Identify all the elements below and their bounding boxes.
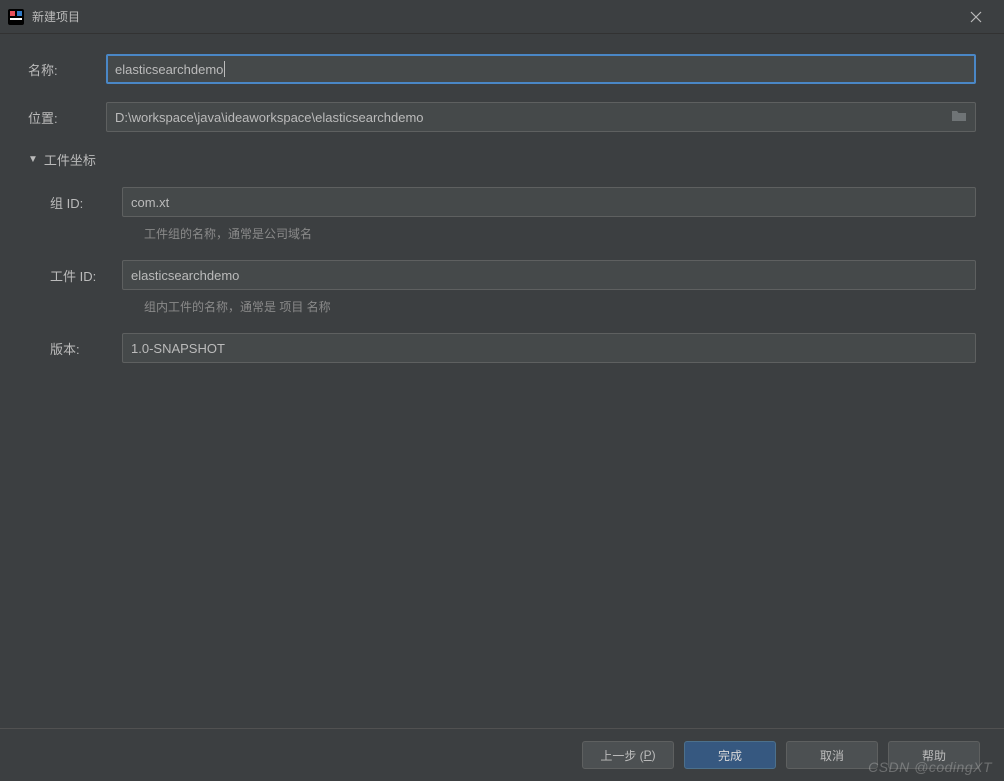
group-id-row: 组 ID: com.xt (50, 187, 976, 217)
new-project-dialog: 新建项目 名称: elasticsearchdemo 位置: D:\worksp… (0, 0, 1004, 781)
version-value: 1.0-SNAPSHOT (131, 341, 225, 356)
location-value: D:\workspace\java\ideaworkspace\elastics… (115, 110, 424, 125)
artifact-id-value: elasticsearchdemo (131, 268, 239, 283)
text-cursor (224, 61, 225, 77)
name-row: 名称: elasticsearchdemo (28, 54, 976, 84)
dialog-title: 新建项目 (32, 8, 956, 25)
location-label: 位置: (28, 108, 106, 127)
version-input[interactable]: 1.0-SNAPSHOT (122, 333, 976, 363)
cancel-button[interactable]: 取消 (786, 741, 878, 769)
artifact-id-input[interactable]: elasticsearchdemo (122, 260, 976, 290)
group-id-hint: 工件组的名称，通常是公司域名 (144, 225, 976, 242)
group-id-label: 组 ID: (50, 193, 122, 212)
content-area: 名称: elasticsearchdemo 位置: D:\workspace\j… (0, 34, 1004, 728)
name-input[interactable]: elasticsearchdemo (106, 54, 976, 84)
artifact-id-row: 工件 ID: elasticsearchdemo (50, 260, 976, 290)
app-icon (8, 9, 24, 25)
version-label: 版本: (50, 339, 122, 358)
finish-button[interactable]: 完成 (684, 741, 776, 769)
chevron-down-icon: ▼ (28, 154, 38, 165)
location-row: 位置: D:\workspace\java\ideaworkspace\elas… (28, 102, 976, 132)
dialog-footer: 上一步 (P) 完成 取消 帮助 (0, 728, 1004, 781)
close-button[interactable] (956, 0, 996, 34)
version-row: 版本: 1.0-SNAPSHOT (50, 333, 976, 363)
location-input[interactable]: D:\workspace\java\ideaworkspace\elastics… (106, 102, 976, 132)
previous-button[interactable]: 上一步 (P) (582, 741, 674, 769)
artifact-id-label: 工件 ID: (50, 266, 122, 285)
group-id-value: com.xt (131, 195, 169, 210)
artifact-id-hint: 组内工件的名称，通常是 项目 名称 (144, 298, 976, 315)
group-id-input[interactable]: com.xt (122, 187, 976, 217)
artifact-coords-toggle[interactable]: ▼ 工件坐标 (28, 150, 976, 169)
artifact-coords-label: 工件坐标 (44, 150, 96, 169)
artifact-section: 组 ID: com.xt 工件组的名称，通常是公司域名 工件 ID: elast… (28, 187, 976, 363)
titlebar: 新建项目 (0, 0, 1004, 34)
name-value: elasticsearchdemo (115, 62, 223, 77)
help-button[interactable]: 帮助 (888, 741, 980, 769)
name-label: 名称: (28, 60, 106, 79)
browse-folder-icon[interactable] (951, 109, 967, 126)
